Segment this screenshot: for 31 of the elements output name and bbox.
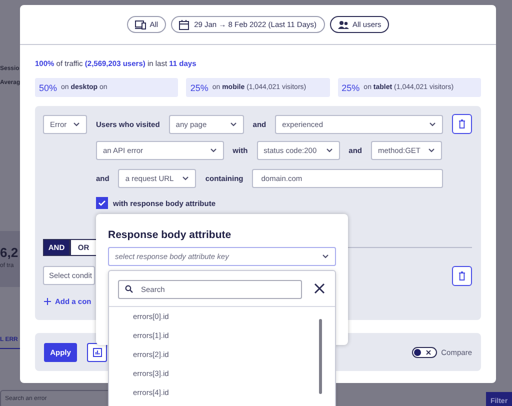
chevron-icon [182,176,190,181]
close-button[interactable] [313,282,326,295]
trash-icon [458,270,466,280]
close-icon [314,283,325,294]
segment-share: 25% [190,82,208,92]
search-icon [125,285,133,293]
chevron-icon [322,254,329,259]
plus-icon [44,298,51,305]
trash-icon [458,119,466,129]
chevron-icon [428,148,435,153]
metric-value: 6,2 [0,245,20,260]
compare-toggle[interactable] [412,346,438,358]
segment-share: 50% [39,82,58,92]
calendar-icon [179,20,190,30]
devices-icon [134,20,146,30]
chart-button[interactable] [87,342,107,362]
chart-icon [92,348,102,356]
chevron-icon [326,148,333,153]
delete-button[interactable] [452,114,472,134]
chevron-icon [429,122,436,126]
segment-share: 25% [342,82,360,92]
scrollbar[interactable] [319,319,322,394]
x-icon [426,350,432,354]
users-icon [338,20,348,30]
check-icon [98,200,106,206]
chevron-icon [73,122,80,126]
chevron-icon [210,148,217,153]
checkbox[interactable] [96,197,108,209]
popup-title: Response body attribute [108,229,232,241]
delete-button[interactable] [452,266,472,286]
chevron-icon [230,122,237,126]
